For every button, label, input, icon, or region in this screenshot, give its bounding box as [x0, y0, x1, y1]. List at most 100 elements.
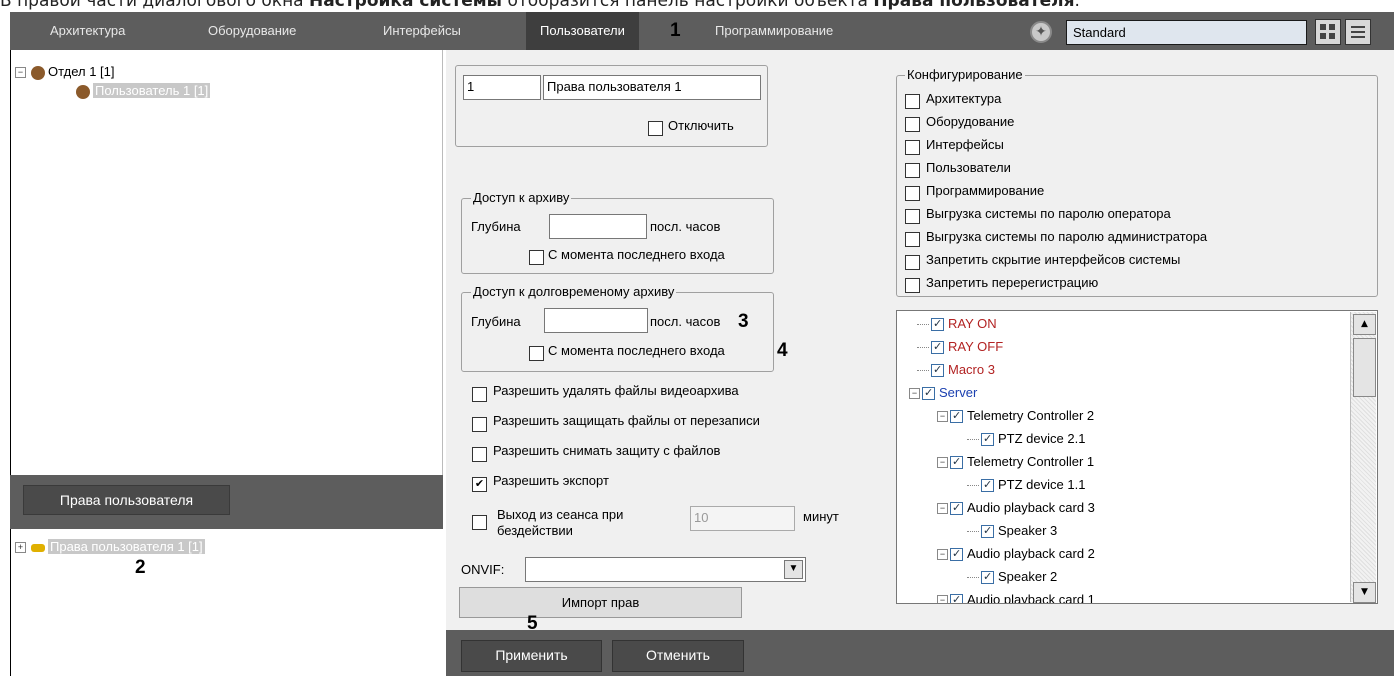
profile-select[interactable]: Standard — [1066, 20, 1307, 45]
import-rights-button[interactable]: Импорт прав — [459, 587, 742, 618]
menu-button[interactable] — [1345, 19, 1371, 45]
apply-button[interactable]: Применить — [461, 640, 602, 672]
object-tree-item[interactable]: − Telemetry Controller 2 — [937, 406, 1094, 426]
object-tree-item[interactable]: − Audio playback card 2 — [937, 544, 1095, 564]
idle-logout-checkbox[interactable] — [472, 515, 487, 530]
object-tree-item[interactable]: − Server — [909, 383, 977, 403]
object-tree-list[interactable]: RAY ON RAY OFF Macro 3 − Server − Telemetry Co… — [896, 310, 1378, 604]
object-tree-item[interactable]: − Audio playback card 1 — [937, 590, 1095, 603]
config-checkbox[interactable] — [905, 94, 920, 109]
object-tree-item[interactable]: − Telemetry Controller 1 — [937, 452, 1094, 472]
config-item-label: Запретить перерегистрацию — [926, 275, 1099, 290]
long-archive-title: Доступ к долговременому архиву — [471, 284, 677, 299]
config-checkbox[interactable] — [905, 209, 920, 224]
tab-users[interactable]: Пользователи — [526, 12, 639, 50]
object-tree-item[interactable]: Speaker 2 — [967, 567, 1057, 587]
idle-logout-label-2: бездействии — [497, 523, 573, 538]
tree-connector — [917, 370, 929, 372]
config-checkbox[interactable] — [905, 163, 920, 178]
collapse-icon[interactable]: − — [937, 457, 948, 469]
sun-icon[interactable]: ✦ — [1030, 21, 1052, 43]
tab-equipment[interactable]: Оборудование — [208, 12, 296, 50]
object-tree-item[interactable]: RAY OFF — [917, 337, 1003, 357]
config-checkbox[interactable] — [905, 255, 920, 270]
checked-checkbox[interactable] — [950, 590, 963, 603]
expand-icon[interactable]: + — [15, 542, 26, 554]
checked-checkbox[interactable] — [931, 360, 944, 380]
object-tree-label: Speaker 2 — [998, 569, 1058, 584]
tree-item-label: Права пользователя 1 [1] — [48, 539, 205, 554]
user-rights-button[interactable]: Права пользователя — [23, 485, 230, 515]
perm-protect-checkbox[interactable] — [472, 417, 487, 432]
tab-interfaces[interactable]: Интерфейсы — [383, 12, 461, 50]
object-tree-scrollbar[interactable]: ▲ ▼ — [1350, 312, 1376, 603]
perm-export-checkbox[interactable] — [472, 477, 487, 492]
tree-connector — [967, 577, 979, 579]
checked-checkbox[interactable] — [950, 452, 963, 472]
config-checkbox[interactable] — [905, 186, 920, 201]
key-icon — [31, 543, 45, 552]
caption-suffix: . — [1074, 0, 1080, 11]
collapse-icon[interactable]: − — [15, 67, 26, 79]
checked-checkbox[interactable] — [950, 544, 963, 564]
checked-checkbox[interactable] — [931, 337, 944, 357]
object-tree-item[interactable]: RAY ON — [917, 314, 997, 334]
id-input[interactable]: 1 — [463, 75, 541, 100]
caption-bold-1: Настройка системы — [309, 0, 503, 11]
scroll-up-icon[interactable]: ▲ — [1353, 314, 1376, 335]
disable-checkbox[interactable] — [648, 121, 663, 136]
object-tree-label: Telemetry Controller 2 — [967, 408, 1095, 423]
archive-hours-label: посл. часов — [650, 219, 721, 234]
onvif-select[interactable]: ▼ — [525, 557, 806, 582]
collapse-icon[interactable]: − — [937, 411, 948, 423]
config-checkbox[interactable] — [905, 140, 920, 155]
long-archive-since-checkbox[interactable] — [529, 346, 544, 361]
name-input[interactable]: Права пользователя 1 — [543, 75, 761, 100]
object-tree-item[interactable]: − Audio playback card 3 — [937, 498, 1095, 518]
config-checkbox[interactable] — [905, 232, 920, 247]
cancel-button[interactable]: Отменить — [612, 640, 744, 672]
archive-since-checkbox[interactable] — [529, 250, 544, 265]
marker-5: 5 — [527, 613, 538, 634]
scroll-thumb[interactable] — [1353, 338, 1376, 397]
collapse-icon[interactable]: − — [937, 503, 948, 515]
config-item-label: Оборудование — [926, 114, 1015, 129]
checked-checkbox[interactable] — [950, 498, 963, 518]
checked-checkbox[interactable] — [981, 521, 994, 541]
perm-unprotect-checkbox[interactable] — [472, 447, 487, 462]
tree-item-user[interactable]: Пользователь 1 [1] — [73, 82, 211, 100]
marker-4: 4 — [777, 340, 788, 361]
page-caption: В правой части диалогового окна Настройк… — [0, 0, 1080, 11]
config-item-label: Программирование — [926, 183, 1045, 198]
idle-minutes-input[interactable]: 10 — [690, 506, 795, 531]
checked-checkbox[interactable] — [950, 406, 963, 426]
checked-checkbox[interactable] — [981, 475, 994, 495]
checked-checkbox[interactable] — [931, 314, 944, 334]
object-tree-item[interactable]: PTZ device 2.1 — [967, 429, 1085, 449]
tree-item-department[interactable]: − Отдел 1 [1] — [15, 63, 115, 81]
tree-connector — [967, 439, 979, 441]
perm-delete-checkbox[interactable] — [472, 387, 487, 402]
collapse-icon[interactable]: − — [937, 595, 948, 603]
long-archive-depth-input[interactable] — [544, 308, 648, 333]
tab-programming[interactable]: Программирование — [715, 12, 833, 50]
checked-checkbox[interactable] — [981, 567, 994, 587]
tab-architecture[interactable]: Архитектура — [50, 12, 125, 50]
checked-checkbox[interactable] — [981, 429, 994, 449]
scroll-down-icon[interactable]: ▼ — [1353, 582, 1376, 603]
object-tree-item[interactable]: Macro 3 — [917, 360, 995, 380]
checked-checkbox[interactable] — [922, 383, 935, 403]
caption-middle: отобразится панель настройки объекта — [502, 0, 874, 11]
layout-grid-button[interactable] — [1315, 19, 1341, 45]
object-tree-item[interactable]: PTZ device 1.1 — [967, 475, 1085, 495]
archive-depth-input[interactable] — [549, 214, 647, 239]
collapse-icon[interactable]: − — [909, 388, 920, 400]
object-tree-item[interactable]: Speaker 3 — [967, 521, 1057, 541]
chevron-down-icon[interactable]: ▼ — [784, 560, 803, 579]
config-checkbox[interactable] — [905, 117, 920, 132]
object-tree-label: Server — [939, 385, 978, 400]
tree-item-rights[interactable]: + Права пользователя 1 [1] — [15, 538, 205, 556]
config-checkbox[interactable] — [905, 278, 920, 293]
caption-bold-2: Права пользователя — [873, 0, 1075, 11]
collapse-icon[interactable]: − — [937, 549, 948, 561]
